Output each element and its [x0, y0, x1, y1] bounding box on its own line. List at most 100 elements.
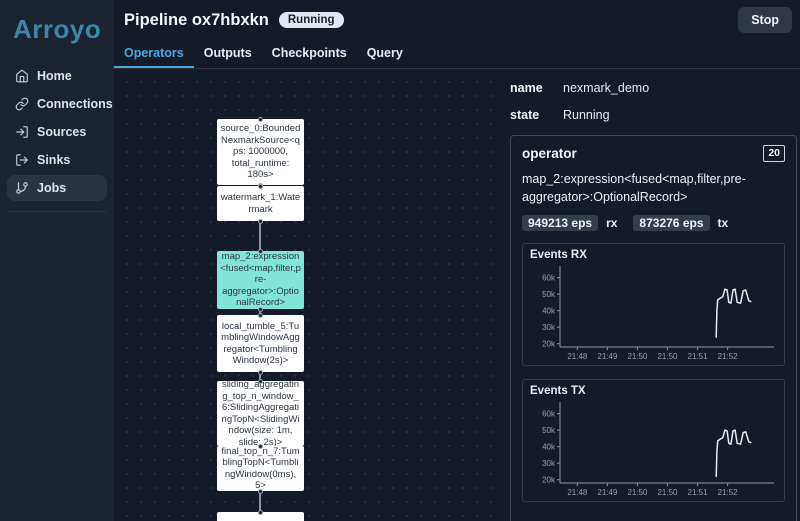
- tx-label: tx: [717, 216, 729, 231]
- graph-node-label: watermark_1:Watermark: [220, 192, 301, 215]
- sidebar-item-label: Jobs: [37, 181, 67, 195]
- sidebar-item-sources[interactable]: Sources: [7, 119, 107, 145]
- rx-label: rx: [606, 216, 618, 231]
- svg-text:50k: 50k: [542, 426, 556, 435]
- svg-text:20k: 20k: [542, 340, 556, 349]
- svg-text:50k: 50k: [542, 290, 556, 299]
- svg-text:21:50: 21:50: [627, 352, 648, 361]
- node-output-handle: [257, 218, 263, 224]
- status-badge: Running: [278, 12, 344, 28]
- link-icon: [15, 97, 29, 111]
- detail-field-state: state Running: [510, 108, 794, 122]
- app-logo: Arroyo: [13, 14, 102, 44]
- sidebar: Arroyo Home Connections Sources Sinks Jobs: [0, 0, 114, 521]
- svg-text:21:49: 21:49: [597, 352, 618, 361]
- details-panel: name nexmark_demostate Running operator 20…: [497, 69, 800, 521]
- svg-text:21:52: 21:52: [718, 352, 739, 361]
- svg-text:21:51: 21:51: [688, 488, 709, 497]
- rx-eps-badge: 949213 eps: [522, 215, 599, 232]
- graph-node[interactable]: watermark_1:Watermark: [217, 186, 304, 221]
- sidebar-divider: [8, 211, 106, 212]
- chart-plot: 20k 30k 40k 50k 60k 21:48 21:49 21:50 21:50 21:51…: [542, 402, 774, 497]
- svg-text:21:51: 21:51: [688, 352, 709, 361]
- chart-events-rx: Events RX 20k 30k 40k 50k 60k 21:48 21:49 21:50 2…: [522, 243, 785, 367]
- node-input-handle: [257, 378, 263, 384]
- sidebar-item-connections[interactable]: Connections: [7, 91, 113, 117]
- sink-out-icon: [16, 154, 28, 166]
- source-in-icon: [16, 126, 28, 138]
- field-label: name: [510, 81, 543, 95]
- home-icon: [16, 69, 28, 83]
- rx-eps-unit: eps: [571, 216, 593, 231]
- svg-text:21:52: 21:52: [718, 488, 739, 497]
- graph-node-label: source_0:BoundedNexmarkSource<qps: 10000…: [220, 123, 301, 181]
- page-title: Pipeline ox7hbxkn: [124, 10, 269, 29]
- node-input-handle: [257, 248, 263, 254]
- graph-node-label: local_tumble_5:TumblingWindowAggregator<…: [221, 320, 300, 367]
- svg-text:60k: 60k: [542, 274, 556, 283]
- node-input-handle: [257, 443, 263, 449]
- chart-events-tx: Events TX 20k 30k 40k 50k 60k 21:48 21:49 21:50 2…: [522, 379, 785, 503]
- tab-operators[interactable]: Operators: [114, 40, 194, 68]
- svg-text:21:48: 21:48: [567, 488, 588, 497]
- tab-query[interactable]: Query: [357, 40, 413, 68]
- node-input-handle: [257, 509, 263, 515]
- field-label: state: [510, 108, 540, 122]
- app-root: Arroyo Home Connections Sources Sinks Jobs P…: [0, 0, 800, 521]
- svg-text:21:50: 21:50: [657, 488, 678, 497]
- chart-title: Events TX: [530, 385, 586, 398]
- pipeline-canvas[interactable]: source_0:BoundedNexmarkSource<qps: 10000…: [114, 69, 497, 521]
- node-input-handle: [257, 183, 263, 189]
- tx-eps-value: 873276: [639, 216, 680, 231]
- tab-checkpoints[interactable]: Checkpoints: [262, 40, 357, 68]
- svg-text:21:49: 21:49: [597, 488, 618, 497]
- sidebar-item-home[interactable]: Home: [7, 63, 107, 89]
- svg-text:21:48: 21:48: [567, 352, 588, 361]
- main-area: Pipeline ox7hbxkn Running Stop Operators…: [114, 0, 800, 521]
- operator-description: map_2:expression<fused<map,filter,pre-ag…: [522, 172, 746, 205]
- node-input-handle: [257, 312, 263, 318]
- tx-eps-badge: 873276 eps: [633, 215, 710, 232]
- field-value: Running: [563, 108, 610, 122]
- operator-card-title: operator: [522, 146, 577, 161]
- detail-field-name: name nexmark_demo: [510, 81, 794, 95]
- node-output-handle: [257, 488, 263, 494]
- sidebar-nav: Home Connections Sources Sinks Jobs: [0, 63, 114, 201]
- graph-node[interactable]: source_0:BoundedNexmarkSource<qps: 10000…: [217, 119, 304, 185]
- content: source_0:BoundedNexmarkSource<qps: 10000…: [114, 69, 800, 521]
- sidebar-item-sinks[interactable]: Sinks: [7, 147, 107, 173]
- topbar: Pipeline ox7hbxkn Running Stop: [114, 0, 800, 40]
- jobs-branch-icon: [16, 182, 28, 194]
- svg-text:20k: 20k: [542, 476, 556, 485]
- tabbar: Operators Outputs Checkpoints Query: [114, 40, 800, 69]
- graph-node-label: map_2:expression<fused<map,filter,pre-ag…: [220, 251, 301, 309]
- operator-card-header: operator 20: [522, 145, 785, 162]
- operator-card: operator 20 map_2:expression<fused<map,f…: [510, 135, 797, 521]
- stop-button[interactable]: Stop: [738, 7, 792, 33]
- graph-node-label: sliding_aggregating_top_n_window_6:Slidi…: [221, 381, 300, 446]
- node-output-handle: [257, 306, 263, 312]
- tx-eps-unit: eps: [682, 216, 704, 231]
- sidebar-item-label: Connections: [37, 97, 113, 111]
- parallelism-badge: 20: [763, 145, 785, 162]
- chart-plot: 20k 30k 40k 50k 60k 21:48 21:49 21:50 21:50 21:51…: [542, 266, 774, 361]
- svg-text:40k: 40k: [542, 307, 556, 316]
- sidebar-item-label: Sinks: [37, 153, 71, 167]
- sidebar-item-label: Sources: [37, 125, 87, 139]
- svg-text:30k: 30k: [542, 323, 556, 332]
- graph-node-label: final_top_n_7:TumblingTopN<TumblingWindo…: [221, 446, 300, 491]
- graph-node[interactable]: sliding_aggregating_top_n_window_6:Slidi…: [217, 381, 304, 446]
- field-value: nexmark_demo: [563, 81, 650, 95]
- graph-node[interactable]: local_tumble_5:TumblingWindowAggregator<…: [217, 315, 304, 372]
- sidebar-item-jobs[interactable]: Jobs: [7, 175, 107, 201]
- throughput-row: 949213 eps rx 873276 eps tx: [522, 215, 785, 232]
- svg-text:30k: 30k: [542, 459, 556, 468]
- rx-eps-value: 949213: [528, 216, 569, 231]
- svg-text:40k: 40k: [542, 443, 556, 452]
- svg-text:60k: 60k: [542, 410, 556, 419]
- graph-node[interactable]: final_top_n_7:TumblingTopN<TumblingWindo…: [217, 446, 304, 491]
- node-input-handle: [257, 116, 263, 122]
- graph-node[interactable]: map_2:expression<fused<map,filter,pre-ag…: [217, 251, 304, 309]
- tab-outputs[interactable]: Outputs: [194, 40, 262, 68]
- node-output-handle: [257, 369, 263, 375]
